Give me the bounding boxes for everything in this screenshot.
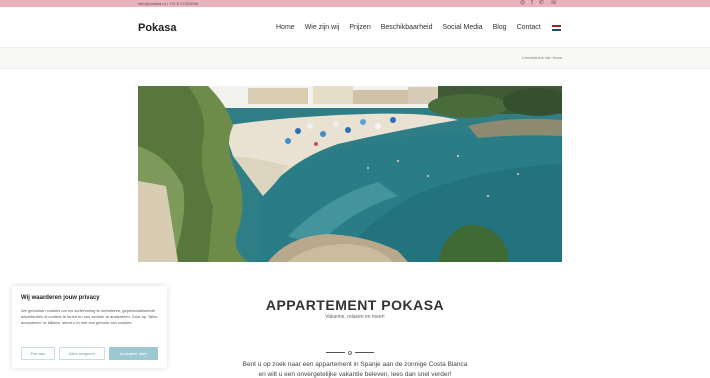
- site-header: Pokasa Home Wie zijn wij Prijzen Beschik…: [0, 7, 710, 47]
- phone-icon[interactable]: ☏: [550, 0, 558, 7]
- cookie-text: We gebruiken cookies om uw surfervaring …: [21, 308, 158, 326]
- nav-social-media[interactable]: Social Media: [442, 24, 482, 31]
- nav-contact[interactable]: Contact: [517, 24, 541, 31]
- nav-home[interactable]: Home: [276, 24, 295, 31]
- nl-flag-icon[interactable]: [551, 24, 561, 31]
- contact-info[interactable]: info@pokasa.nl | +31 6 17024098: [138, 0, 198, 7]
- site-logo[interactable]: Pokasa: [138, 22, 177, 34]
- top-contact-bar: info@pokasa.nl | +31 6 17024098 ◎ f ✆ ☏: [0, 0, 710, 7]
- accept-all-cookies-button[interactable]: Accepteer alles: [109, 347, 158, 360]
- section-divider: [326, 351, 374, 355]
- instagram-icon[interactable]: ◎: [520, 0, 525, 7]
- nav-prijzen[interactable]: Prijzen: [349, 24, 370, 31]
- nav-wie-zijn-wij[interactable]: Wie zijn wij: [305, 24, 340, 31]
- breadcrumb-band: U bevindt zich hier: Home: [0, 47, 710, 69]
- nav-beschikbaarheid[interactable]: Beschikbaarheid: [381, 24, 433, 31]
- main-navigation: Home Wie zijn wij Prijzen Beschikbaarhei…: [276, 24, 561, 31]
- customize-cookies-button[interactable]: Pas aan: [21, 347, 55, 360]
- social-icons: ◎ f ✆ ☏: [520, 0, 557, 7]
- hero-beach-image: [138, 86, 562, 262]
- cookie-title: Wij waarderen jouw privacy: [21, 295, 100, 301]
- cookie-consent-banner: Wij waarderen jouw privacy We gebruiken …: [12, 286, 167, 368]
- reject-all-cookies-button[interactable]: Alles weigeren: [59, 347, 105, 360]
- whatsapp-icon[interactable]: ✆: [539, 0, 544, 7]
- nav-blog[interactable]: Blog: [493, 24, 507, 31]
- facebook-icon[interactable]: f: [531, 0, 533, 7]
- breadcrumb: U bevindt zich hier: Home: [521, 56, 562, 60]
